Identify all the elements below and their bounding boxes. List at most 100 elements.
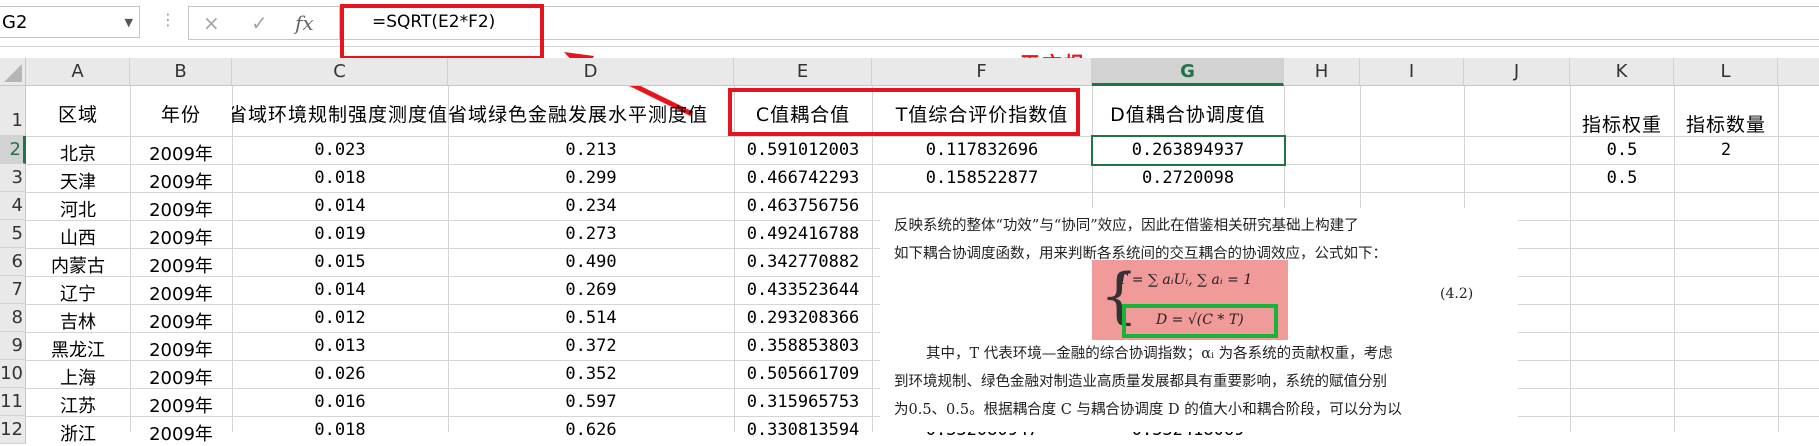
row-header-10[interactable]: 10 (0, 360, 26, 388)
cell-region[interactable]: 黑龙江 (26, 336, 130, 362)
cell-env-regulation[interactable]: 0.013 (232, 336, 448, 356)
cell-region[interactable]: 浙江 (26, 420, 130, 446)
formula-input[interactable] (342, 6, 1819, 40)
cell-green-finance[interactable]: 0.352 (448, 364, 734, 384)
row-header-12[interactable]: 12 (0, 416, 26, 444)
cell-c-coupling[interactable]: 0.293208366 (734, 308, 872, 328)
cell-year[interactable]: 2009年 (130, 364, 232, 390)
name-box[interactable]: G2 ▼ (0, 6, 140, 38)
chevron-down-icon[interactable]: ▼ (125, 7, 133, 39)
cell-green-finance[interactable]: 0.514 (448, 308, 734, 328)
col-header-j[interactable]: J (1464, 58, 1570, 86)
cell-year[interactable]: 2009年 (130, 392, 232, 418)
select-all-corner[interactable] (0, 58, 26, 86)
cell-year[interactable]: 2009年 (130, 140, 232, 166)
cell-green-finance[interactable]: 0.273 (448, 224, 734, 244)
cell-green-finance[interactable]: 0.372 (448, 336, 734, 356)
col-header-b[interactable]: B (130, 58, 232, 86)
row-header-7[interactable]: 7 (0, 276, 26, 304)
header-cell-count[interactable]: 指标数量 (1674, 110, 1778, 137)
col-header-a[interactable]: A (26, 58, 130, 86)
header-cell-region[interactable]: 区域 (26, 100, 130, 127)
cell-env-regulation[interactable]: 0.019 (232, 224, 448, 244)
cancel-icon[interactable]: × (203, 11, 220, 35)
insert-function-icon[interactable]: fx (295, 11, 314, 35)
col-header-g[interactable]: G (1092, 58, 1284, 86)
cell-count[interactable]: 2 (1674, 140, 1778, 160)
cell-green-finance[interactable]: 0.269 (448, 280, 734, 300)
col-header-m[interactable] (1778, 58, 1819, 86)
cell-year[interactable]: 2009年 (130, 280, 232, 306)
header-cell-d-coordination[interactable]: D值耦合协调度值 (1092, 100, 1284, 127)
cell-region[interactable]: 内蒙古 (26, 252, 130, 278)
more-options-icon[interactable]: ⋮ (160, 10, 176, 30)
cell-green-finance[interactable]: 0.234 (448, 196, 734, 216)
row-header-6[interactable]: 6 (0, 248, 26, 276)
cell-env-regulation[interactable]: 0.026 (232, 364, 448, 384)
cell-env-regulation[interactable]: 0.014 (232, 280, 448, 300)
cell-year[interactable]: 2009年 (130, 224, 232, 250)
col-header-i[interactable]: I (1360, 58, 1464, 86)
cell-t-index[interactable]: 0.158522877 (872, 168, 1092, 188)
cell-region[interactable]: 辽宁 (26, 280, 130, 306)
col-header-h[interactable]: H (1284, 58, 1360, 86)
row-header-11[interactable]: 11 (0, 388, 26, 416)
cell-region[interactable]: 河北 (26, 196, 130, 222)
enter-icon[interactable]: ✓ (251, 11, 268, 35)
cell-year[interactable]: 2009年 (130, 336, 232, 362)
cell-c-coupling[interactable]: 0.433523644 (734, 280, 872, 300)
row-header-9[interactable]: 9 (0, 332, 26, 360)
cell-c-coupling[interactable]: 0.591012003 (734, 140, 872, 160)
header-cell-weight[interactable]: 指标权重 (1570, 110, 1674, 137)
col-header-c[interactable]: C (232, 58, 448, 86)
cell-env-regulation[interactable]: 0.015 (232, 252, 448, 272)
cell-weight[interactable]: 0.5 (1570, 140, 1674, 160)
cell-year[interactable]: 2009年 (130, 196, 232, 222)
cell-green-finance[interactable]: 0.597 (448, 392, 734, 412)
cell-year[interactable]: 2009年 (130, 308, 232, 334)
cell-c-coupling[interactable]: 0.466742293 (734, 168, 872, 188)
cell-env-regulation[interactable]: 0.023 (232, 140, 448, 160)
cell-green-finance[interactable]: 0.490 (448, 252, 734, 272)
cell-env-regulation[interactable]: 0.014 (232, 196, 448, 216)
cell-c-coupling[interactable]: 0.342770882 (734, 252, 872, 272)
row-header-1[interactable]: 1 (0, 86, 26, 136)
row-header-4[interactable]: 4 (0, 192, 26, 220)
cell-region[interactable]: 山西 (26, 224, 130, 250)
active-cell[interactable] (1091, 135, 1286, 166)
cell-c-coupling[interactable]: 0.358853803 (734, 336, 872, 356)
cell-d-coordination[interactable]: 0.2720098 (1092, 168, 1284, 188)
cell-green-finance[interactable]: 0.213 (448, 140, 734, 160)
row-header-3[interactable]: 3 (0, 164, 26, 192)
cell-c-coupling[interactable]: 0.315965753 (734, 392, 872, 412)
header-cell-year[interactable]: 年份 (130, 100, 232, 127)
cell-c-coupling[interactable]: 0.505661709 (734, 364, 872, 384)
cell-weight[interactable]: 0.5 (1570, 168, 1674, 188)
row-header-8[interactable]: 8 (0, 304, 26, 332)
cell-env-regulation[interactable]: 0.016 (232, 392, 448, 412)
cell-green-finance[interactable]: 0.626 (448, 420, 734, 440)
cell-c-coupling[interactable]: 0.492416788 (734, 224, 872, 244)
col-header-d[interactable]: D (448, 58, 734, 86)
cell-c-coupling[interactable]: 0.463756756 (734, 196, 872, 216)
cell-green-finance[interactable]: 0.299 (448, 168, 734, 188)
cell-env-regulation[interactable]: 0.018 (232, 420, 448, 440)
cell-region[interactable]: 天津 (26, 168, 130, 194)
col-header-l[interactable]: L (1674, 58, 1778, 86)
cell-region[interactable]: 吉林 (26, 308, 130, 334)
cell-c-coupling[interactable]: 0.330813594 (734, 420, 872, 440)
row-header-2[interactable]: 2 (0, 136, 26, 164)
header-cell-env-regulation[interactable]: 省域环境规制强度测度值 (232, 100, 448, 127)
col-header-k[interactable]: K (1570, 58, 1674, 86)
cell-year[interactable]: 2009年 (130, 252, 232, 278)
cell-env-regulation[interactable]: 0.018 (232, 168, 448, 188)
cell-region[interactable]: 江苏 (26, 392, 130, 418)
col-header-f[interactable]: F (872, 58, 1092, 86)
cell-region[interactable]: 北京 (26, 140, 130, 166)
cell-env-regulation[interactable]: 0.012 (232, 308, 448, 328)
col-header-e[interactable]: E (734, 58, 872, 86)
cell-year[interactable]: 2009年 (130, 420, 232, 446)
cell-region[interactable]: 上海 (26, 364, 130, 390)
cell-year[interactable]: 2009年 (130, 168, 232, 194)
header-cell-green-finance[interactable]: 省域绿色金融发展水平测度值 (448, 100, 734, 127)
